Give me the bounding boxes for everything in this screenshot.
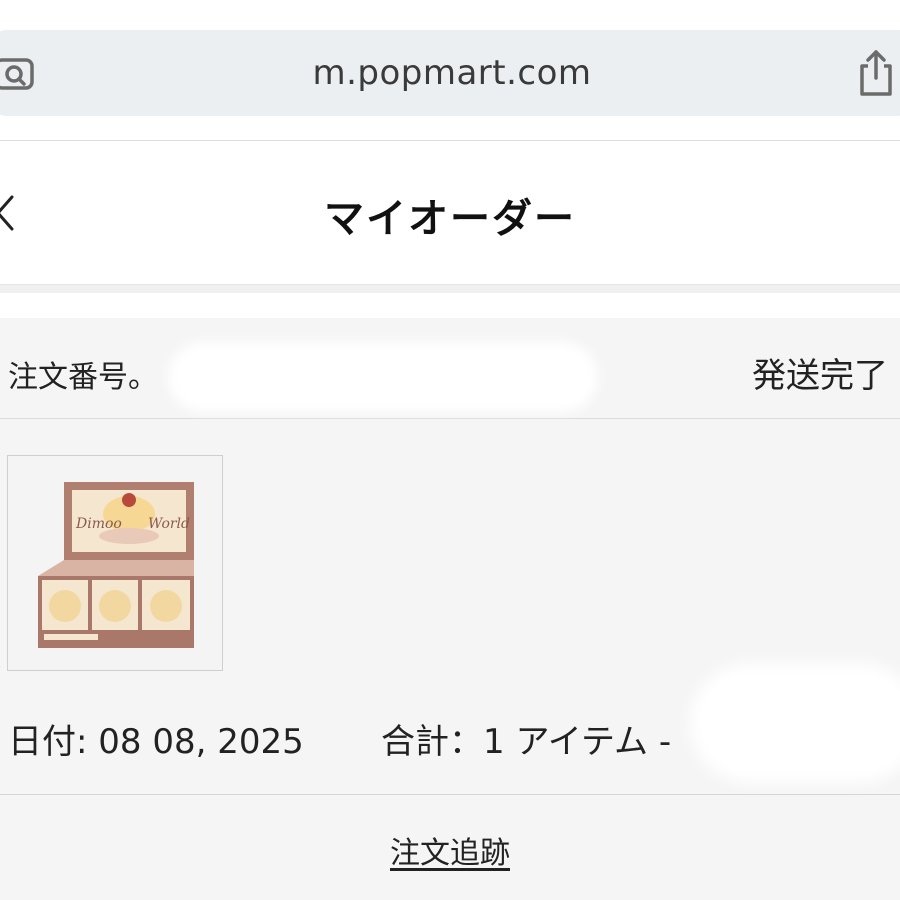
product-image[interactable]: Dimoo World (7, 455, 223, 671)
redacted-price (690, 663, 900, 783)
order-number-label: 注文番号。 (8, 360, 158, 395)
order-card[interactable]: 注文番号。 発送完了 Dimoo World 日付: 08 08, 2025 合… (0, 318, 900, 900)
order-status: 発送完了 (752, 356, 888, 396)
blind-box-display-illustration: Dimoo World (38, 482, 194, 648)
order-total: 合計：1 アイテム - (381, 722, 672, 762)
share-icon[interactable] (854, 48, 898, 98)
box-print-dimoo: Dimoo (75, 516, 122, 532)
card-divider (0, 794, 900, 795)
order-number-row: 注文番号。 発送完了 (0, 318, 900, 419)
browser-url-bar[interactable]: m.popmart.com (0, 30, 900, 116)
redacted-order-number (168, 342, 598, 412)
track-order-link[interactable]: 注文追跡 (0, 828, 900, 872)
page-header: マイオーダー (0, 141, 900, 286)
box-print-world: World (148, 516, 190, 532)
header-divider (0, 284, 900, 293)
url-text[interactable]: m.popmart.com (0, 30, 900, 116)
page-title: マイオーダー (324, 196, 576, 242)
order-date: 日付: 08 08, 2025 (8, 722, 304, 762)
